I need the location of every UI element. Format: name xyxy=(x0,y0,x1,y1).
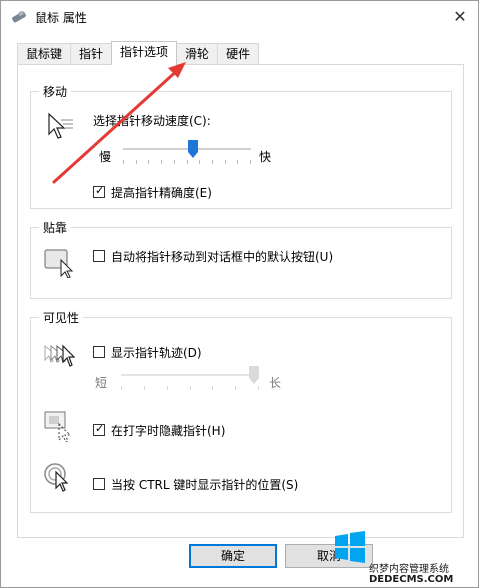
slider-tick xyxy=(258,386,259,390)
trails-checkbox[interactable] xyxy=(93,346,105,358)
trails-label: 显示指针轨迹(D) xyxy=(111,346,202,360)
trails-slider[interactable] xyxy=(121,366,259,394)
watermark: 织梦内容管理系统 DEDECMS.COM xyxy=(329,526,479,588)
slider-tick xyxy=(167,386,168,390)
slider-tick xyxy=(121,386,122,390)
tab-buttons[interactable]: 鼠标键 xyxy=(17,43,72,65)
watermark-line2: DEDECMS.COM xyxy=(369,574,454,585)
slider-tick xyxy=(190,386,191,390)
visibility-group-title: 可见性 xyxy=(39,309,84,326)
slider-tick xyxy=(187,160,188,164)
slider-tick xyxy=(144,386,145,390)
title-bar: 鼠标 属性 ✕ xyxy=(1,1,478,33)
slider-tick xyxy=(212,386,213,390)
trails-long-label: 长 xyxy=(269,376,282,390)
slider-tick xyxy=(237,160,238,164)
show-location-icon xyxy=(44,463,69,492)
hide-while-typing-label: 在打字时隐藏指针(H) xyxy=(111,424,226,438)
slider-tick xyxy=(136,160,137,164)
ok-button[interactable]: 确定 xyxy=(189,544,277,568)
snap-group-title: 贴靠 xyxy=(39,219,72,236)
close-button[interactable]: ✕ xyxy=(448,5,472,29)
hide-while-typing-checkbox[interactable]: ✓ xyxy=(93,422,105,436)
mouse-properties-window: 鼠标 属性 ✕ 鼠标键 指针 指针选项 滑轮 硬件 移动 选择指针移动速度(C)… xyxy=(0,0,479,588)
pointer-options-panel: 移动 选择指针移动速度(C): 慢 快 ✓ 提高指针精确度(E) 贴靠 自动将指… xyxy=(17,64,464,538)
snap-label: 自动将指针移动到对话框中的默认按钮(U) xyxy=(111,250,334,264)
slider-tick xyxy=(174,160,175,164)
check-icon: ✓ xyxy=(95,184,105,197)
windows-logo-icon xyxy=(335,531,365,563)
motion-group-title: 移动 xyxy=(39,83,72,100)
pointer-speed-icon xyxy=(48,112,73,139)
tab-wheel[interactable]: 滑轮 xyxy=(176,43,219,65)
trails-short-label: 短 xyxy=(95,376,108,390)
speed-slider-track xyxy=(123,148,251,150)
precision-label: 提高指针精确度(E) xyxy=(111,186,212,200)
trails-slider-track xyxy=(121,374,259,376)
slider-tick xyxy=(250,160,251,164)
slider-tick xyxy=(225,160,226,164)
precision-checkbox[interactable]: ✓ xyxy=(93,184,105,198)
pointer-trails-icon xyxy=(44,344,75,367)
check-icon: ✓ xyxy=(95,422,105,435)
speed-slider-ticks xyxy=(123,160,251,164)
mouse-icon xyxy=(12,10,26,23)
speed-label: 选择指针移动速度(C): xyxy=(93,114,211,128)
tab-strip: 鼠标键 指针 指针选项 滑轮 硬件 xyxy=(17,41,260,65)
tab-pointers[interactable]: 指针 xyxy=(70,43,113,65)
snap-group: 贴靠 自动将指针移动到对话框中的默认按钮(U) xyxy=(30,219,452,299)
speed-slider[interactable] xyxy=(123,140,251,168)
slider-tick xyxy=(148,160,149,164)
slider-tick xyxy=(199,160,200,164)
visibility-group: 可见性 显示指针轨迹(D) 短 长 ✓ 在打字时隐藏指针(H) 当按 CTRL … xyxy=(30,309,452,513)
hide-while-typing-icon xyxy=(44,411,72,442)
slider-tick xyxy=(161,160,162,164)
speed-slider-thumb[interactable] xyxy=(188,140,198,158)
snap-checkbox[interactable] xyxy=(93,250,105,262)
speed-slow-label: 慢 xyxy=(99,150,112,164)
tab-pointer-options[interactable]: 指针选项 xyxy=(111,41,178,65)
trails-slider-thumb[interactable] xyxy=(249,366,259,384)
trails-slider-ticks xyxy=(121,386,259,390)
motion-group: 移动 选择指针移动速度(C): 慢 快 ✓ 提高指针精确度(E) xyxy=(30,83,452,209)
close-icon: ✕ xyxy=(453,7,467,26)
ctrl-location-label: 当按 CTRL 键时显示指针的位置(S) xyxy=(111,478,299,492)
slider-tick xyxy=(235,386,236,390)
snap-to-button-icon xyxy=(44,249,74,278)
slider-tick xyxy=(123,160,124,164)
window-title: 鼠标 属性 xyxy=(35,11,87,25)
tab-hardware[interactable]: 硬件 xyxy=(217,43,260,65)
ctrl-location-checkbox[interactable] xyxy=(93,478,105,490)
speed-fast-label: 快 xyxy=(259,150,272,164)
slider-tick xyxy=(212,160,213,164)
watermark-line1: 织梦内容管理系统 xyxy=(369,564,449,575)
